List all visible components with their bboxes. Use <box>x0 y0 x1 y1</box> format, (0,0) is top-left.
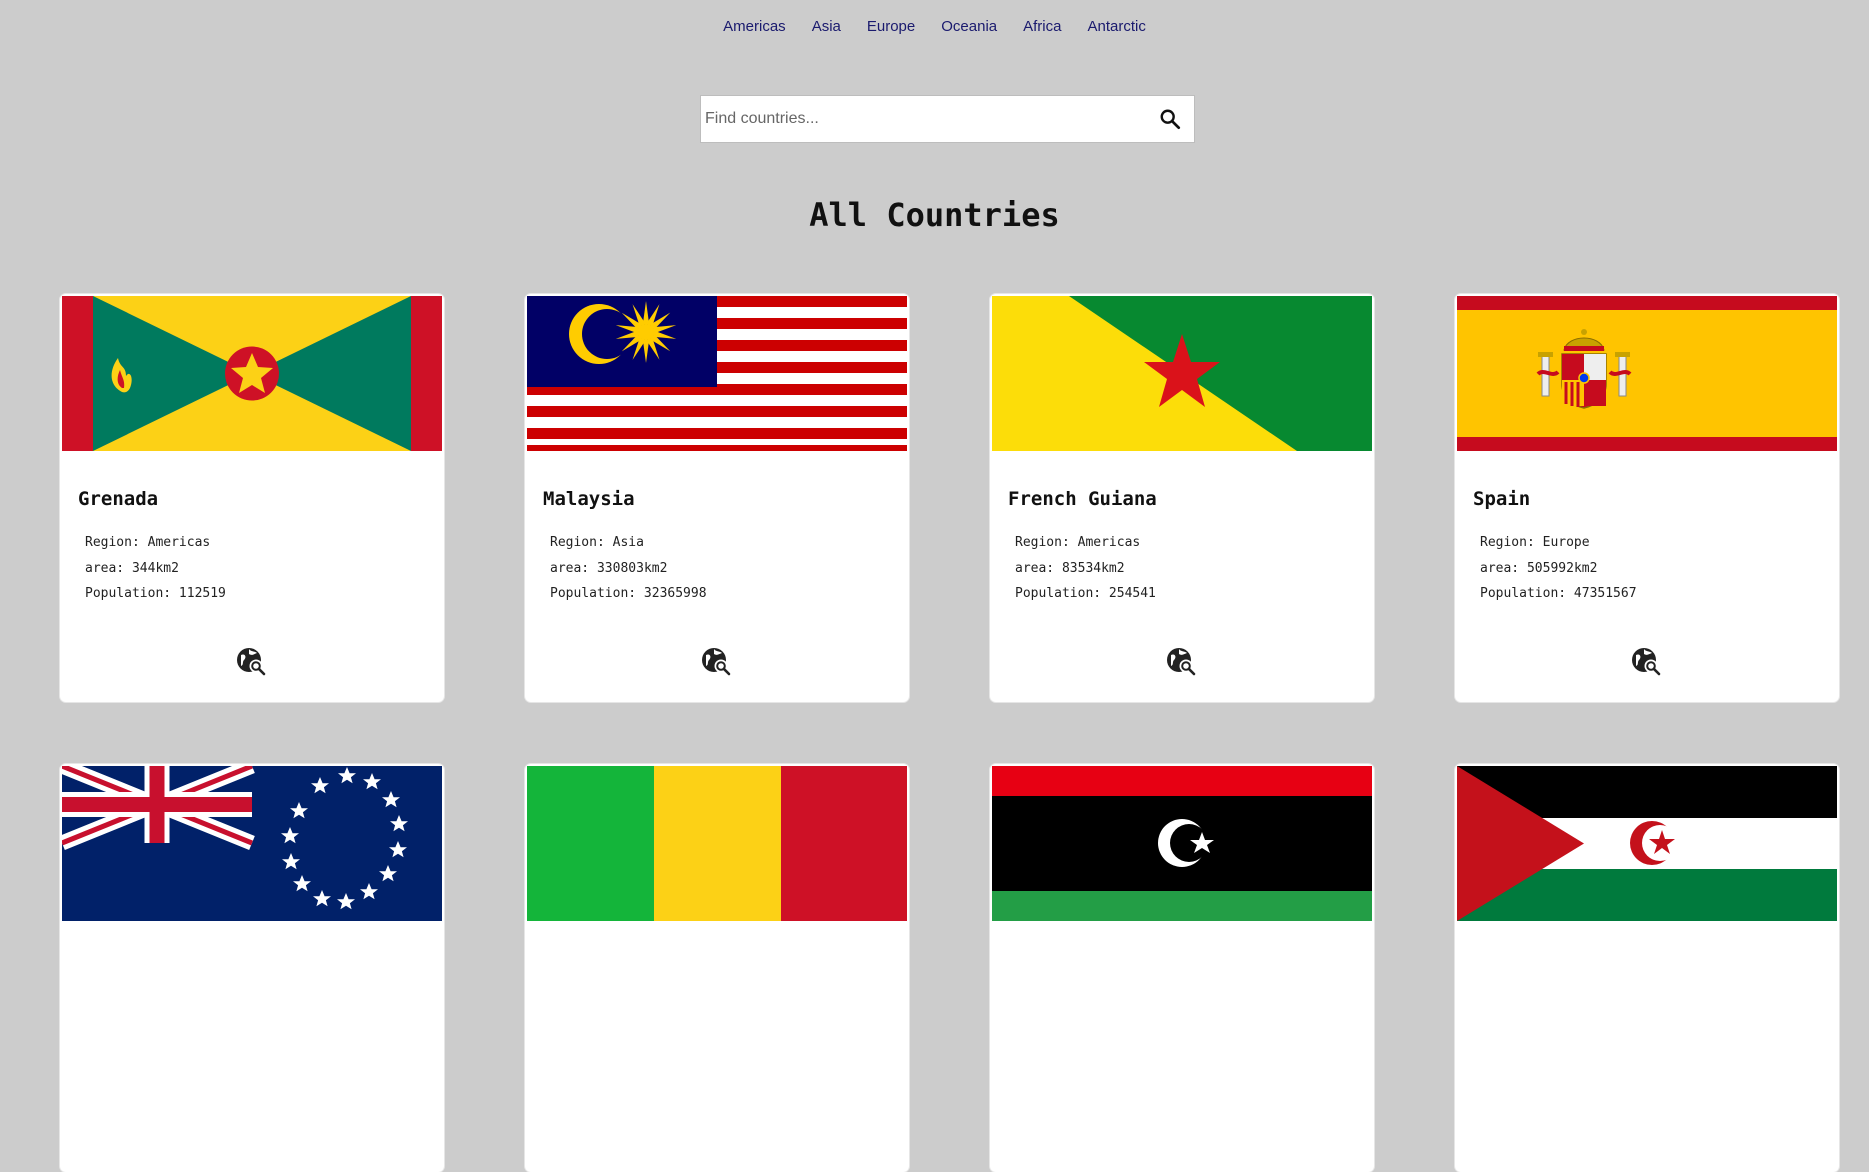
flag-image-french-guiana <box>992 296 1372 451</box>
search-button[interactable] <box>1146 96 1194 142</box>
explore-button[interactable] <box>235 645 267 677</box>
travel-explore-icon <box>1167 648 1196 676</box>
page-title: All Countries <box>809 196 1060 234</box>
flag-image-mali <box>527 766 907 921</box>
travel-explore-icon <box>1632 648 1661 676</box>
region-value: Asia <box>612 535 644 550</box>
area-label: area: <box>1480 560 1527 576</box>
population-value: 112519 <box>178 586 226 601</box>
travel-explore-icon <box>237 648 266 676</box>
nav-link-africa[interactable]: Africa <box>1023 18 1061 35</box>
country-card <box>990 764 1374 1172</box>
population-label: Population: <box>85 586 179 601</box>
flag-image-spain <box>1457 296 1837 451</box>
population-value: 47351567 <box>1573 586 1637 601</box>
country-name: Grenada <box>78 488 159 510</box>
region-value: Europe <box>1542 535 1590 550</box>
flag-image-malaysia <box>527 296 907 451</box>
region-value: Americas <box>147 535 211 550</box>
area-value: 83534 <box>1061 560 1102 576</box>
population-label: Population: <box>550 586 644 601</box>
country-name: French Guiana <box>1008 488 1157 510</box>
nav-link-antarctic[interactable]: Antarctic <box>1087 18 1145 35</box>
flag-image-western-sahara <box>1457 766 1837 921</box>
area-unit: km2 <box>643 560 668 576</box>
area-value: 505992 <box>1526 560 1574 576</box>
nav-link-europe[interactable]: Europe <box>867 18 915 35</box>
flag-image-grenada <box>62 296 442 451</box>
country-name: Malaysia <box>543 488 635 510</box>
area-label: area: <box>550 560 597 576</box>
country-card <box>525 764 909 1172</box>
nav-link-oceania[interactable]: Oceania <box>941 18 997 35</box>
area-value: 344 <box>131 560 156 576</box>
region-label: Region: <box>550 535 613 550</box>
population-label: Population: <box>1480 586 1574 601</box>
region-label: Region: <box>1015 535 1078 550</box>
travel-explore-icon <box>702 648 731 676</box>
country-card: Grenada Region: Americas area: 344km2 Po… <box>60 294 444 702</box>
country-info: Region: Asia area: 330803km2 Population:… <box>550 530 707 607</box>
country-name: Spain <box>1473 488 1531 510</box>
search-icon <box>1160 109 1181 130</box>
region-nav: Americas Asia Europe Oceania Africa Anta… <box>0 18 1869 35</box>
region-value: Americas <box>1077 535 1141 550</box>
nav-link-asia[interactable]: Asia <box>812 18 841 35</box>
area-unit: km2 <box>1573 560 1598 576</box>
explore-button[interactable] <box>1165 645 1197 677</box>
area-unit: km2 <box>1101 560 1125 576</box>
country-grid: Grenada Region: Americas area: 344km2 Po… <box>60 294 1839 1172</box>
country-card <box>1455 764 1839 1172</box>
country-card: Spain Region: Europe area: 505992km2 Pop… <box>1455 294 1839 702</box>
region-label: Region: <box>1480 535 1543 550</box>
country-info: Region: Americas area: 83534km2 Populati… <box>1015 530 1156 607</box>
country-info: Region: Europe area: 505992km2 Populatio… <box>1480 530 1637 607</box>
flag-image-cook-islands <box>62 766 442 921</box>
explore-button[interactable] <box>1630 645 1662 677</box>
area-label: area: <box>85 560 132 576</box>
country-card <box>60 764 444 1172</box>
population-value: 32365998 <box>643 586 707 601</box>
country-card: French Guiana Region: Americas area: 835… <box>990 294 1374 702</box>
country-card: Malaysia Region: Asia area: 330803km2 Po… <box>525 294 909 702</box>
search-bar <box>700 95 1195 143</box>
area-value: 330803 <box>596 560 644 576</box>
explore-button[interactable] <box>700 645 732 677</box>
region-label: Region: <box>85 535 148 550</box>
country-info: Region: Americas area: 344km2 Population… <box>85 530 226 607</box>
search-input[interactable] <box>701 96 1146 142</box>
flag-image-libya <box>992 766 1372 921</box>
area-label: area: <box>1015 560 1062 576</box>
nav-link-americas[interactable]: Americas <box>723 18 786 35</box>
area-unit: km2 <box>155 560 179 576</box>
population-label: Population: <box>1015 586 1109 601</box>
population-value: 254541 <box>1108 586 1156 601</box>
